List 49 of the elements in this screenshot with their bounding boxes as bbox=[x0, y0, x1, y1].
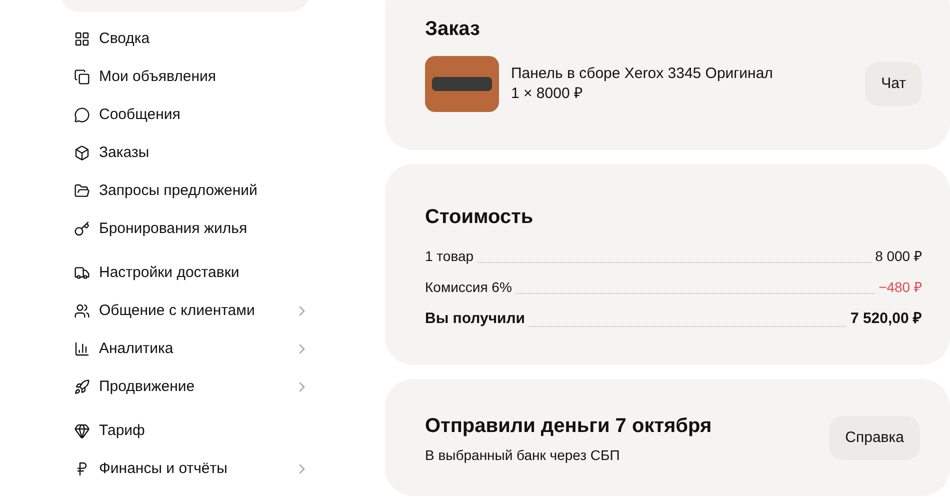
copy-icon bbox=[74, 69, 90, 85]
sidebar-label: Общение с клиентами bbox=[99, 300, 256, 321]
sidebar-label: Бронирования жилья bbox=[99, 218, 248, 239]
sidebar-label: Аналитика bbox=[99, 338, 174, 359]
box-icon bbox=[74, 145, 90, 161]
sidebar-item[interactable]: Настройки доставки bbox=[74, 254, 310, 292]
sidebar-label: Заказы bbox=[99, 142, 150, 163]
sidebar-label: Сообщения bbox=[99, 104, 182, 125]
key-icon bbox=[74, 221, 90, 237]
sidebar-item[interactable]: Бронирования жилья bbox=[74, 210, 310, 248]
cost-value: −480 ₽ bbox=[878, 278, 922, 297]
people-icon bbox=[74, 303, 90, 319]
order-title: Заказ bbox=[425, 17, 481, 42]
cost-label: Комиссия 6% bbox=[425, 278, 512, 297]
sidebar-item[interactable]: Общение с клиентами bbox=[74, 292, 310, 330]
folder-icon bbox=[74, 183, 90, 199]
sidebar-label: Настройки доставки bbox=[99, 262, 240, 283]
cost-label: 1 товар bbox=[425, 247, 474, 266]
sidebar-item[interactable]: Финансы и отчёты bbox=[74, 450, 310, 488]
sidebar-item[interactable]: Заказы bbox=[74, 134, 310, 172]
cost-value: 7 520,00 ₽ bbox=[850, 309, 922, 329]
cost-label: Вы получили bbox=[425, 309, 526, 329]
product-name: Панель в сборе Xerox 3345 Оригинал bbox=[511, 64, 774, 84]
sidebar-item[interactable]: Аналитика bbox=[74, 330, 310, 368]
sidebar-label: Тариф bbox=[99, 420, 146, 441]
speech-bubble-icon bbox=[74, 107, 90, 123]
quantity-price: 1 × 8000 ₽ bbox=[511, 84, 584, 104]
cost-title: Стоимость bbox=[425, 205, 534, 230]
rocket-icon bbox=[74, 379, 90, 395]
bar-chart-icon bbox=[74, 341, 90, 357]
grid-icon bbox=[74, 31, 90, 47]
chat-button[interactable]: Чат bbox=[865, 62, 922, 106]
sidebar-item[interactable]: Мои объявления bbox=[74, 58, 310, 96]
sidebar-item[interactable]: Тариф bbox=[74, 412, 310, 450]
payout-title: Отправили деньги 7 октября bbox=[425, 414, 713, 438]
gem-icon bbox=[74, 423, 90, 439]
truck-icon bbox=[74, 265, 90, 281]
sidebar-label: Продвижение bbox=[99, 376, 196, 397]
sidebar-label: Сводка bbox=[99, 28, 151, 49]
sidebar-item[interactable]: Сообщения bbox=[74, 96, 310, 134]
sidebar-label: Запросы предложений bbox=[99, 180, 258, 201]
sidebar-item[interactable]: Продвижение bbox=[74, 368, 310, 406]
sidebar-label: Финансы и отчёты bbox=[99, 458, 228, 479]
sidebar-item[interactable]: Запросы предложений bbox=[74, 172, 310, 210]
sidebar-item[interactable]: Сводка bbox=[74, 20, 310, 58]
cost-value: 8 000 ₽ bbox=[875, 247, 922, 266]
sidebar-label: Мои объявления bbox=[99, 66, 217, 87]
help-button[interactable]: Справка bbox=[829, 416, 920, 460]
payout-subtitle: В выбранный банк через СБП bbox=[425, 446, 621, 465]
